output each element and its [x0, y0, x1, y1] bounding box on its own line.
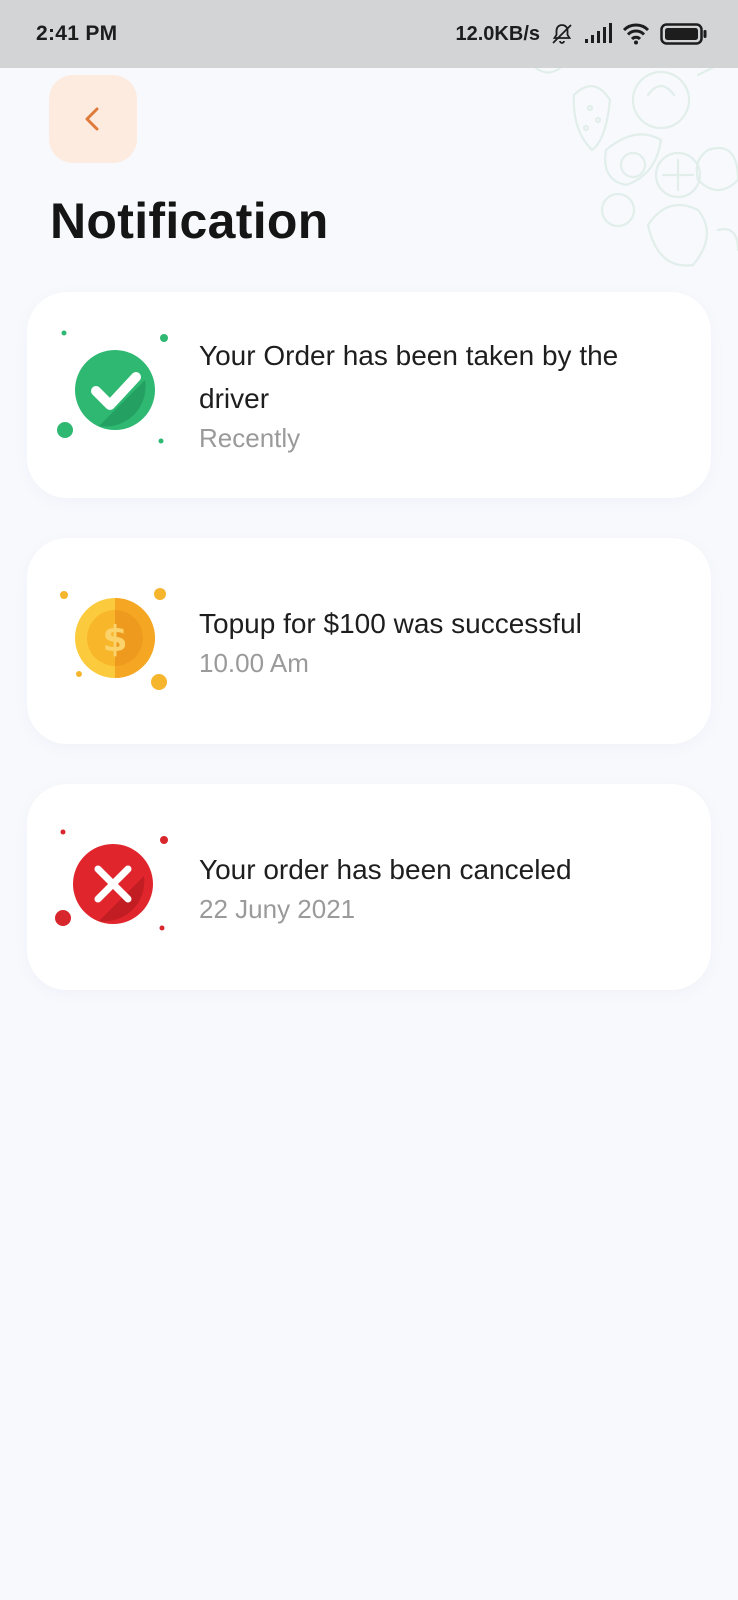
notification-time: Recently [199, 423, 301, 453]
notification-title: Your Order has been taken by the driver [199, 340, 619, 414]
coin-icon: $ [60, 588, 167, 690]
status-time: 2:41 PM [36, 22, 118, 45]
signal-icon [584, 23, 612, 45]
notification-time: 10.00 Am [199, 647, 309, 678]
check-icon [57, 330, 168, 444]
svg-text:$: $ [102, 619, 127, 660]
notification-text: Your Order has been taken by the driver … [199, 292, 681, 498]
bell-muted-icon [550, 22, 574, 46]
notification-card-canceled[interactable]: Your order has been canceled 22 Juny 202… [27, 784, 711, 990]
battery-icon [660, 22, 708, 46]
notification-title: Topup for $100 was successful [199, 607, 582, 639]
chevron-left-icon [85, 107, 99, 131]
notification-text: Topup for $100 was successful 10.00 Am [199, 538, 681, 744]
notification-card-order-taken[interactable]: Your Order has been taken by the driver … [27, 292, 711, 498]
page-title: Notification [50, 193, 329, 249]
wifi-icon [622, 23, 650, 45]
notification-title: Your order has been canceled [199, 853, 572, 885]
notification-time: 22 Juny 2021 [199, 893, 356, 924]
cancel-icon [55, 829, 168, 931]
status-bar: 2:41 PM 12.0KB/s [0, 0, 738, 68]
notification-screen: 2:41 PM 12.0KB/s Notification Your Order… [0, 0, 738, 1600]
back-button[interactable] [49, 75, 137, 163]
network-speed: 12.0KB/s [455, 22, 541, 45]
notification-text: Your order has been canceled 22 Juny 202… [199, 784, 681, 990]
notification-card-topup[interactable]: $ Topup for $100 was successful 10.00 Am [27, 538, 711, 744]
status-indicators: 12.0KB/s [456, 22, 709, 46]
